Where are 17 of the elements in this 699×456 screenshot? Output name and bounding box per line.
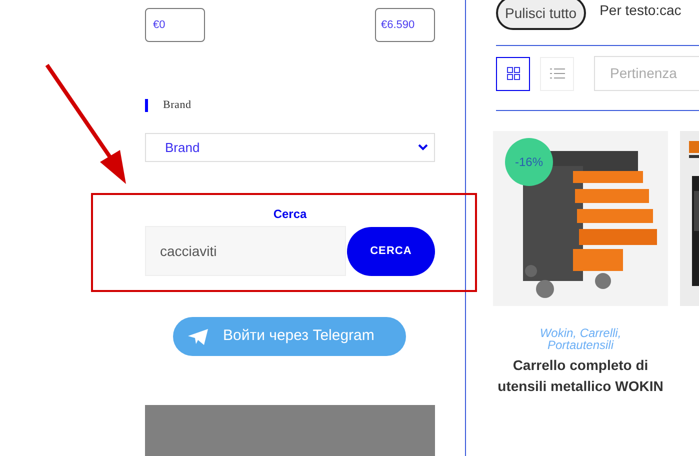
list-view-button[interactable] xyxy=(540,56,574,90)
search-heading: Cerca xyxy=(272,206,308,222)
active-filter: Per testo:cac xyxy=(600,1,682,20)
max-price-field[interactable]: €6.590 xyxy=(375,8,435,42)
clear-all-button[interactable]: Pulisci tutto xyxy=(496,0,586,30)
filter-heading: Brand xyxy=(163,98,192,114)
list-icon xyxy=(550,68,564,79)
brand-select[interactable]: Brand xyxy=(145,133,435,162)
accent-bar xyxy=(145,99,148,112)
chevron-down-icon xyxy=(418,144,428,151)
search-field[interactable]: cacciaviti xyxy=(145,226,346,276)
grid-view-button[interactable] xyxy=(496,56,530,90)
paper-plane-icon xyxy=(187,328,209,346)
grid-icon xyxy=(506,67,520,80)
search-button[interactable]: CERCA xyxy=(347,226,435,276)
min-price-field[interactable]: €0 xyxy=(145,8,205,42)
product-title[interactable]: Carrello completo di utensili metallico WOKIN xyxy=(493,355,668,397)
